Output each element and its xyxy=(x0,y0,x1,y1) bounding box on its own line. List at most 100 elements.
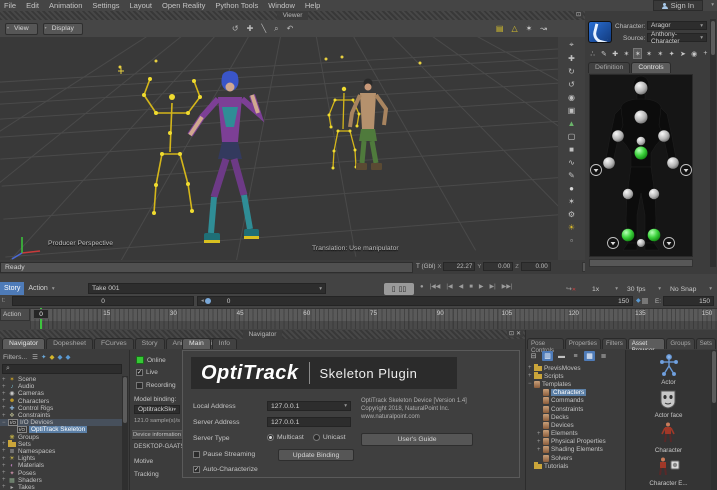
tab-sets[interactable]: Sets xyxy=(696,338,716,349)
menu-item-help[interactable]: Help xyxy=(305,1,320,10)
go-to-start-button[interactable]: |◀◀ xyxy=(430,283,441,290)
end-frame-field[interactable]: 150 xyxy=(663,296,714,306)
gbl-y-field[interactable]: 0.00 xyxy=(483,262,513,271)
asset-item-actor-face[interactable]: Actor face xyxy=(655,389,683,419)
ctrl-rig-icon[interactable]: ✶ xyxy=(656,48,665,59)
scene-tree-item-i-o-devices[interactable]: −I/OI/O Devices xyxy=(0,419,122,426)
collapse-tree-icon[interactable]: ⊟ xyxy=(528,351,539,361)
tab-asset-browser[interactable]: Asset Browser xyxy=(628,338,666,349)
server-address-input[interactable]: 127.0.0.1 xyxy=(267,417,351,427)
translate-tool-icon[interactable]: ✚ xyxy=(564,52,579,64)
gbl-x-field[interactable]: 22.27 xyxy=(443,262,475,271)
model-binding-dropdown[interactable]: OptitrackSkeletonDevice...▾ xyxy=(134,405,180,414)
rotate-tool-icon[interactable]: ↻ xyxy=(564,65,579,77)
asset-tree-item-tutorials[interactable]: Tutorials xyxy=(526,462,624,470)
filters-label[interactable]: Filters... xyxy=(3,354,27,361)
asset-tree-item-physical-properties[interactable]: +Physical Properties xyxy=(526,438,624,446)
tab-properties[interactable]: Properties xyxy=(565,338,601,349)
action-dropdown[interactable]: Action▾ xyxy=(24,282,58,295)
range-slider-handle[interactable] xyxy=(205,298,211,304)
menu-item-open-reality[interactable]: Open Reality xyxy=(162,1,205,10)
menu-item-layout[interactable]: Layout xyxy=(130,1,153,10)
fps-dropdown[interactable]: 30 fps▾ xyxy=(624,283,664,295)
take-dropdown[interactable]: Take 001▾ xyxy=(88,283,326,294)
asset-tree-item-prevismoves[interactable]: +PrevisMoves xyxy=(526,364,624,372)
scene-tree-item-constraints[interactable]: +❖Constraints xyxy=(0,412,122,419)
scale-tool-icon[interactable]: ╲ xyxy=(261,24,266,34)
menu-overflow-icon[interactable]: ▾ xyxy=(711,2,714,8)
live-checkbox[interactable]: ✓ xyxy=(136,369,143,376)
asset-item-character-e[interactable]: Character E... xyxy=(649,457,687,487)
skeleton-active-icon[interactable]: ✶ xyxy=(633,48,642,59)
curve-tool-icon[interactable]: ∿ xyxy=(564,156,579,168)
plot-icon[interactable]: ∴ xyxy=(588,48,597,59)
region-select-icon[interactable]: ▫ xyxy=(564,234,579,246)
menu-item-settings[interactable]: Settings xyxy=(92,1,119,10)
cube-primitive-icon[interactable]: ■ xyxy=(564,143,579,155)
scale-tool-icon[interactable]: ↺ xyxy=(564,78,579,90)
menu-item-python-tools[interactable]: Python Tools xyxy=(215,1,258,10)
asset-tree-item-templates[interactable]: −Templates xyxy=(526,380,624,388)
stance-pose-icon[interactable]: ✚ xyxy=(611,48,620,59)
pause-streaming-checkbox[interactable] xyxy=(193,451,200,458)
asset-tree-item-shading-elements[interactable]: +Shading Elements xyxy=(526,446,624,454)
tab-navigator[interactable]: Navigator xyxy=(2,338,45,349)
recording-checkbox[interactable] xyxy=(136,382,143,389)
light-icon[interactable]: ☀ xyxy=(564,221,579,233)
tab-info[interactable]: Info xyxy=(212,338,237,349)
list-view-icon[interactable]: ≡ xyxy=(570,351,581,361)
tab-definition[interactable]: Definition xyxy=(588,62,630,73)
timeline-subruler[interactable] xyxy=(30,321,717,329)
update-binding-button[interactable]: Update Binding xyxy=(278,449,354,461)
tab-controls[interactable]: Controls xyxy=(631,62,670,73)
scene-tree-item-scene[interactable]: +✶Scene xyxy=(0,376,122,383)
menu-item-window[interactable]: Window xyxy=(268,1,295,10)
scene-tree-item-audio[interactable]: +♪Audio xyxy=(0,383,122,390)
star-marker-icon[interactable]: ✶ xyxy=(564,195,579,207)
icon-view-icon[interactable]: ▦ xyxy=(584,351,595,361)
scene-tree-item-groups[interactable]: ❋Groups xyxy=(0,434,122,441)
scene-tree-item-lights[interactable]: +☀Lights xyxy=(0,455,122,462)
character-controls-logo[interactable] xyxy=(588,21,612,43)
asset-item-actor[interactable]: Actor xyxy=(659,354,679,386)
scene-tree-item-sets[interactable]: +Sets xyxy=(0,441,122,448)
select-mode-icon[interactable]: ➤ xyxy=(678,48,687,59)
pan-tool-icon[interactable]: ✚ xyxy=(247,24,254,34)
asset-tree-item-decks[interactable]: Decks xyxy=(526,413,624,421)
scene-tree-item-materials[interactable]: +◐Materials xyxy=(0,462,122,469)
current-frame-field[interactable]: 0 xyxy=(12,296,194,306)
lock-icon[interactable]: ◆ xyxy=(49,353,54,361)
tab-filters[interactable]: Filters xyxy=(602,338,627,349)
split-view-icon[interactable]: ▥ xyxy=(542,351,553,361)
skeleton-a-icon[interactable]: ✶ xyxy=(622,48,631,59)
snap-dropdown[interactable]: No Snap▾ xyxy=(667,283,715,295)
step-forward-button[interactable]: ▶| xyxy=(489,283,495,290)
users-guide-button[interactable]: User's Guide xyxy=(361,433,473,446)
scene-tree-item-takes[interactable]: +▸Takes xyxy=(0,484,122,490)
render-icon[interactable]: ▢ xyxy=(564,130,579,142)
tab-story[interactable]: Story xyxy=(135,338,165,349)
ik-blend-icon[interactable]: ✦ xyxy=(667,48,676,59)
stop-button[interactable]: ■ xyxy=(469,284,473,290)
go-to-end-button[interactable]: ▶▶| xyxy=(502,283,513,290)
play-backward-button[interactable]: ◀ xyxy=(459,283,464,290)
menu-item-file[interactable]: File xyxy=(4,1,16,10)
tab-main[interactable]: Main xyxy=(182,338,211,349)
gbl-z-field[interactable]: 0.00 xyxy=(521,262,551,271)
record-button[interactable]: ● xyxy=(420,284,424,290)
unicast-radio[interactable] xyxy=(313,434,320,441)
search-input[interactable]: ⌕ xyxy=(2,364,122,374)
scene-tree-item-shaders[interactable]: +▦Shaders xyxy=(0,477,122,484)
asset-tree-item-constraints[interactable]: Constraints xyxy=(526,405,624,413)
prev-filter-icon[interactable]: ◆ xyxy=(57,353,62,361)
timeline-range-slider[interactable]: ◂ 0 150 xyxy=(197,296,633,306)
timeline-ruler[interactable]: 153045607590105120135150 xyxy=(30,308,717,321)
orbit-tool-icon[interactable]: ↺ xyxy=(232,24,239,34)
asset-tree-item-scripts[interactable]: +Scripts xyxy=(526,372,624,380)
character-dropdown[interactable]: Aragor▾ xyxy=(647,21,707,30)
scene-tree-item-poses[interactable]: +✦Poses xyxy=(0,469,122,476)
story-toggle[interactable]: Story xyxy=(0,282,24,295)
skeleton-tool-icon[interactable]: ✶ xyxy=(526,24,533,33)
edit-icon[interactable]: ✎ xyxy=(599,48,608,59)
view-button[interactable]: ▾View xyxy=(5,23,38,35)
